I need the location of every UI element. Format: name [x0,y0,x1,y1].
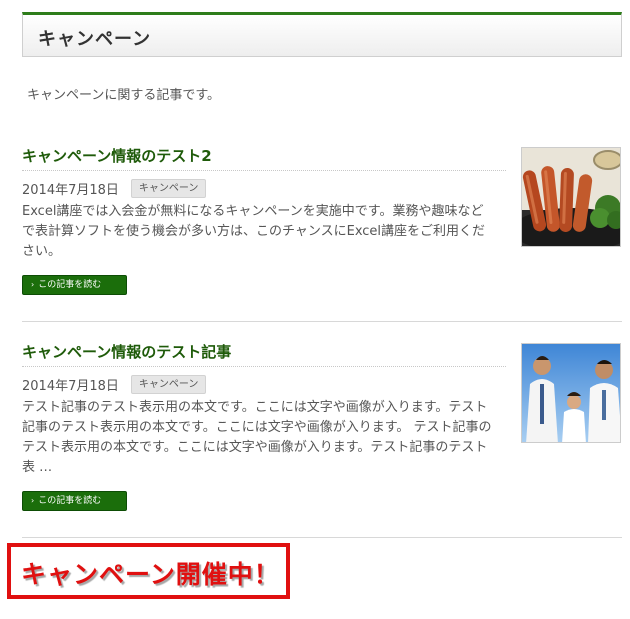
chevron-right-icon: › [31,280,35,289]
read-more-label: この記事を読む [38,496,102,506]
post-thumbnail[interactable] [521,343,621,443]
category-badge[interactable]: キャンペーン [130,178,207,198]
post-excerpt: テスト記事のテスト表示用の本文です。ここには文字や画像が入ります。テスト記事のテ… [22,400,492,475]
read-more-button[interactable]: › この記事を読む [22,491,127,511]
category-description: キャンペーンに関する記事です。 [27,88,221,103]
post-excerpt: Excel講座では入会金が無料になるキャンペーンを実施中です。業務や趣味などで表… [22,204,486,259]
post-divider [22,321,622,322]
post-title-link[interactable]: キャンペーン情報のテスト2 [22,145,506,171]
page-header: キャンペーン [22,12,622,57]
chevron-right-icon: › [31,496,35,505]
post-item: キャンペーン情報のテスト記事 2014年7月18日 キャンペーン テスト記事のテ… [22,341,622,511]
category-badge[interactable]: キャンペーン [130,374,207,394]
post-date: 2014年7月18日 [22,182,119,198]
read-more-button[interactable]: › この記事を読む [22,275,127,295]
campaign-banner-text: キャンペーン開催中！ [21,560,280,589]
campaign-banner[interactable]: キャンペーン開催中！ [7,543,290,599]
post-item: キャンペーン情報のテスト2 2014年7月18日 キャンペーン Excel講座で… [22,145,622,295]
post-date: 2014年7月18日 [22,378,119,394]
read-more-label: この記事を読む [38,280,102,290]
page-title: キャンペーン [38,29,152,50]
post-title-link[interactable]: キャンペーン情報のテスト記事 [22,341,506,367]
sausage-photo-image [522,148,620,246]
post-divider [22,537,622,538]
doctors-photo-image [522,344,620,442]
post-thumbnail[interactable] [521,147,621,247]
